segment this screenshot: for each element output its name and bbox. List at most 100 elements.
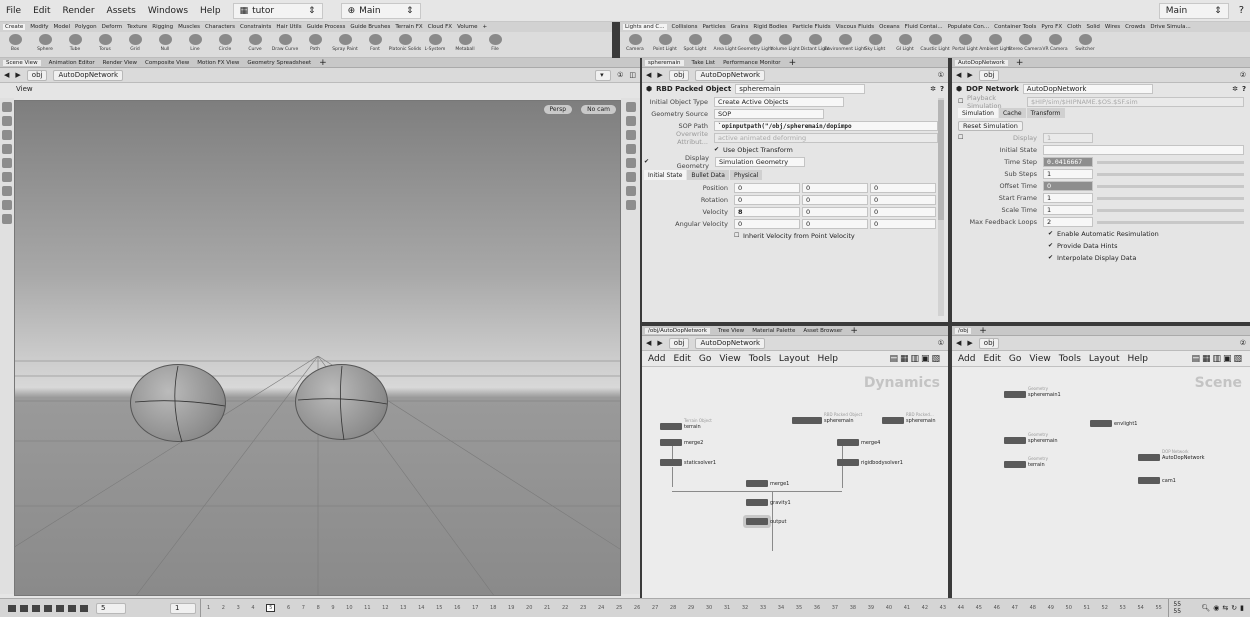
menu-file[interactable]: File bbox=[6, 6, 21, 16]
shelf-tab-hair-utils[interactable]: Hair Utils bbox=[276, 24, 301, 30]
shelf-tab-wires[interactable]: Wires bbox=[1105, 24, 1120, 30]
menu-assets[interactable]: Assets bbox=[107, 6, 136, 16]
tab-motion-fx-view[interactable]: Motion FX View bbox=[197, 60, 239, 66]
tool-path[interactable]: Path bbox=[304, 34, 326, 52]
gear-icon[interactable]: ✲ bbox=[1232, 85, 1238, 93]
node-merge2[interactable]: merge2 bbox=[660, 439, 703, 446]
network-display-icons[interactable]: ▤▦▥▣▧ bbox=[889, 354, 942, 364]
tool-spray-paint[interactable]: Spray Paint bbox=[332, 34, 358, 52]
tool-curve[interactable]: Curve bbox=[244, 34, 266, 52]
gear-icon[interactable]: ✲ bbox=[930, 85, 936, 93]
forward-arrow-icon[interactable]: ▶ bbox=[967, 339, 972, 347]
wireframe-icon[interactable] bbox=[625, 130, 636, 140]
back-arrow-icon[interactable]: ◀ bbox=[646, 339, 651, 347]
scale-time-slider[interactable] bbox=[1097, 208, 1244, 212]
offset-time-slider[interactable] bbox=[1097, 184, 1244, 188]
start-frame-field[interactable]: 1 bbox=[170, 602, 196, 614]
end-frame-bottom[interactable]: 55 bbox=[1173, 608, 1201, 615]
view-tool-icon[interactable] bbox=[2, 186, 12, 196]
tool-null[interactable]: Null bbox=[154, 34, 176, 52]
node-spheremain-rbd-2[interactable]: spheremain RBD Packed... bbox=[882, 412, 936, 424]
node-envlight1[interactable]: envlight1 bbox=[1090, 420, 1137, 427]
desktop-selector-right[interactable]: Main ⇕ bbox=[1158, 2, 1229, 19]
menu-edit[interactable]: Edit bbox=[673, 354, 690, 364]
start-frame-slider[interactable] bbox=[1097, 196, 1244, 200]
pin-icon[interactable]: ① bbox=[938, 339, 944, 347]
node-rigidbodysolver1[interactable]: rigidbodysolver1 bbox=[837, 459, 903, 466]
jump-end-icon[interactable] bbox=[80, 604, 88, 612]
lighting-icon[interactable] bbox=[625, 116, 636, 126]
shelf-tab-muscles[interactable]: Muscles bbox=[178, 24, 200, 30]
shelf-tab-characters[interactable]: Characters bbox=[205, 24, 235, 30]
shelf-tab-rigid-bodies[interactable]: Rigid Bodies bbox=[753, 24, 787, 30]
shelf-tab-particles[interactable]: Particles bbox=[702, 24, 725, 30]
forward-arrow-icon[interactable]: ▶ bbox=[657, 339, 662, 347]
forward-arrow-icon[interactable]: ▶ bbox=[15, 71, 20, 79]
shelf-tab-terrain-fx[interactable]: Terrain FX bbox=[395, 24, 422, 30]
shelf-tab-solid[interactable]: Solid bbox=[1087, 24, 1100, 30]
menu-render[interactable]: Render bbox=[63, 6, 95, 16]
add-tab-icon[interactable]: + bbox=[850, 326, 858, 335]
shelf-tab-constraints[interactable]: Constraints bbox=[240, 24, 271, 30]
display-options-icon[interactable] bbox=[625, 102, 636, 112]
node-merge4[interactable]: merge4 bbox=[837, 439, 880, 446]
select-tool-icon[interactable] bbox=[2, 102, 12, 112]
scale-tool-icon[interactable] bbox=[2, 144, 12, 154]
shelf-tab-oceans[interactable]: Oceans bbox=[879, 24, 899, 30]
checkbox-checked-icon[interactable]: ✔ bbox=[644, 159, 650, 165]
subtab-cache[interactable]: Cache bbox=[998, 108, 1026, 118]
time-step-slider[interactable] bbox=[1097, 160, 1244, 164]
add-shelf-icon[interactable]: + bbox=[483, 24, 488, 30]
menu-layout[interactable]: Layout bbox=[1089, 354, 1120, 364]
tool-tube[interactable]: Tube bbox=[64, 34, 86, 52]
shelf-tab-create[interactable]: Create bbox=[3, 24, 26, 30]
shelf-tab-lights-and-c[interactable]: Lights and C... bbox=[623, 24, 667, 30]
node-spheremain1[interactable]: spheremain1 Geometry bbox=[1004, 386, 1061, 398]
node-staticsolver1[interactable]: staticsolver1 bbox=[660, 459, 716, 466]
shelf-tab-modify[interactable]: Modify bbox=[30, 24, 48, 30]
tab-geometry-spreadsheet[interactable]: Geometry Spreadsheet bbox=[247, 60, 311, 66]
subtab-bullet-data[interactable]: Bullet Data bbox=[687, 170, 729, 180]
node-output[interactable]: output bbox=[746, 518, 787, 525]
subtab-transform[interactable]: Transform bbox=[1026, 108, 1065, 118]
tool-draw-curve[interactable]: Draw Curve bbox=[272, 34, 298, 52]
shelf-tab-drive-simula[interactable]: Drive Simula... bbox=[1150, 24, 1190, 30]
pin-icon[interactable]: ② bbox=[1240, 71, 1246, 79]
check-interpolate-display[interactable]: ✔ Interpolate Display Data bbox=[958, 252, 1244, 264]
shelf-tab-guide-brushes[interactable]: Guide Brushes bbox=[350, 24, 390, 30]
parm-scrollbar[interactable] bbox=[938, 98, 944, 316]
realtime-icon[interactable]: ◉ bbox=[1213, 604, 1219, 612]
tool-metaball[interactable]: Metaball bbox=[454, 34, 476, 52]
sub-steps-slider[interactable] bbox=[1097, 172, 1244, 176]
menu-layout[interactable]: Layout bbox=[779, 354, 810, 364]
tool-sphere[interactable]: Sphere bbox=[34, 34, 56, 52]
pin-icon[interactable]: ② bbox=[1240, 339, 1246, 347]
camera-icon[interactable] bbox=[625, 186, 636, 196]
tab-scene-view[interactable]: Scene View bbox=[3, 59, 41, 66]
tool-point-light[interactable]: Point Light bbox=[653, 34, 677, 52]
tool-circle[interactable]: Circle bbox=[214, 34, 236, 52]
tab-animation-editor[interactable]: Animation Editor bbox=[49, 60, 95, 66]
tab-asset-browser[interactable]: Asset Browser bbox=[803, 328, 842, 334]
shelf-tab-grains[interactable]: Grains bbox=[731, 24, 749, 30]
move-tool-icon[interactable] bbox=[2, 116, 12, 126]
timeline-ruler[interactable]: 1 2 3 4 5 6 7 8 9 10 11 12 13 14 15 16 17 18 19 20 21 22 23 24 2… bbox=[200, 599, 1170, 617]
path-obj[interactable]: obj bbox=[668, 69, 690, 81]
global-anim-icon[interactable]: ↻ bbox=[1231, 604, 1237, 612]
help-icon[interactable]: ? bbox=[1242, 85, 1246, 93]
menu-view[interactable]: View bbox=[719, 354, 740, 364]
node-gravity1[interactable]: gravity1 bbox=[746, 499, 791, 506]
forward-arrow-icon[interactable]: ▶ bbox=[657, 71, 662, 79]
path-obj[interactable]: obj bbox=[668, 337, 690, 349]
shelf-tab-container-tools[interactable]: Container Tools bbox=[994, 24, 1036, 30]
tool-box[interactable]: Box bbox=[4, 34, 26, 52]
shelf-tab-pyro-fx[interactable]: Pyro FX bbox=[1041, 24, 1062, 30]
shelf-tab-volume[interactable]: Volume bbox=[457, 24, 477, 30]
tool-switcher[interactable]: Switcher bbox=[1074, 34, 1096, 52]
tool-caustic-light[interactable]: Caustic Light bbox=[920, 34, 950, 52]
tool-l-system[interactable]: L-System bbox=[424, 34, 446, 52]
check-provide-data-hints[interactable]: ✔ Provide Data Hints bbox=[958, 240, 1244, 252]
tab-autodopnetwork[interactable]: AutoDopNetwork bbox=[955, 59, 1008, 66]
add-tab-icon[interactable]: + bbox=[789, 58, 797, 67]
shelf-tab-viscous-fluids[interactable]: Viscous Fluids bbox=[836, 24, 875, 30]
